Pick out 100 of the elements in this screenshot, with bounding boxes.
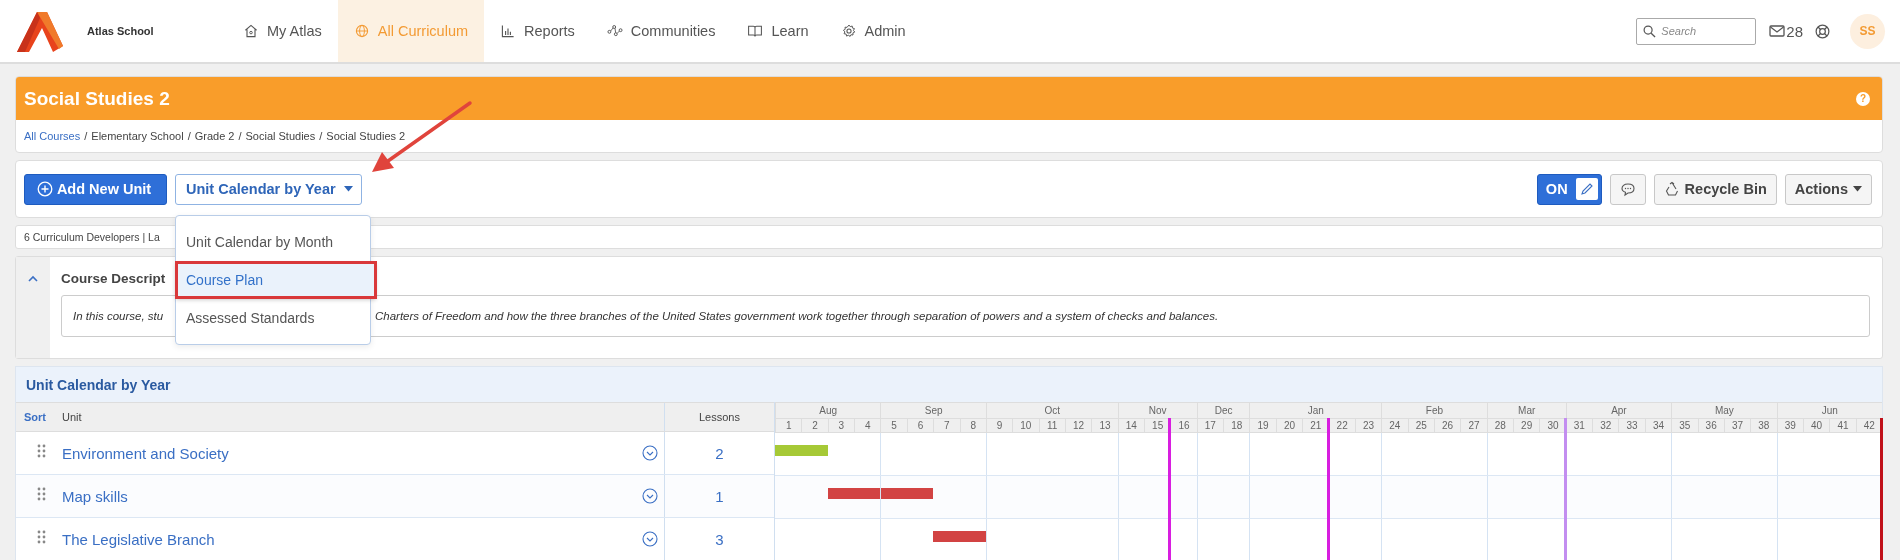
comment-button[interactable] <box>1609 173 1646 205</box>
week-number: 8 <box>970 420 976 431</box>
chevron-down-icon[interactable] <box>642 488 658 504</box>
week-number: 9 <box>996 420 1003 431</box>
unit-link[interactable]: The Legislative Branch <box>62 530 642 548</box>
menu-item[interactable]: Unit Calendar by Month <box>176 223 370 260</box>
network-icon <box>606 23 623 39</box>
breadcrumb-item: Social Studies 2 <box>326 130 406 142</box>
week-number: 7 <box>944 420 950 431</box>
view-dropdown[interactable]: Unit Calendar by Year <box>175 173 362 205</box>
week-number: 6 <box>917 420 924 431</box>
add-unit-button[interactable]: Add New Unit <box>24 173 167 205</box>
month-label: Aug <box>819 405 838 416</box>
week-number: 23 <box>1362 420 1375 431</box>
breadcrumb-separator: / <box>238 130 242 142</box>
actions-button[interactable]: Actions <box>1784 173 1872 205</box>
week-number: 2 <box>812 420 818 431</box>
week-number: 25 <box>1415 420 1427 431</box>
globe-icon <box>353 23 370 39</box>
week-number: 33 <box>1626 420 1638 431</box>
menu-item[interactable]: Assessed Standards <box>176 299 370 336</box>
breadcrumb-link[interactable]: All Courses <box>24 130 81 142</box>
unit-bar-segment[interactable] <box>906 488 934 499</box>
breadcrumb-item: Elementary School <box>91 130 184 142</box>
edit-toggle[interactable]: ON <box>1536 173 1602 205</box>
nav-item[interactable]: Reports <box>484 0 591 62</box>
month-label: Apr <box>1611 405 1627 416</box>
week-number: 4 <box>864 420 871 431</box>
home-icon <box>243 23 259 39</box>
search-field[interactable]: Search <box>1636 17 1757 45</box>
help-icon[interactable] <box>1815 23 1830 39</box>
week-number: 15 <box>1152 420 1164 431</box>
column-header: Unit <box>62 411 82 423</box>
calendar-title: Unit Calendar by Year <box>26 376 171 393</box>
week-number: 5 <box>891 420 897 431</box>
breadcrumb-separator: / <box>187 130 191 142</box>
month-label: Dec <box>1214 405 1233 416</box>
nav-item[interactable]: Admin <box>824 0 922 62</box>
week-number: 35 <box>1679 420 1691 431</box>
caret-icon <box>343 186 353 192</box>
week-number: 11 <box>1047 420 1058 431</box>
info-text: 6 Curriculum Developers | La <box>24 231 160 243</box>
menu-item[interactable]: Course Plan <box>176 261 376 298</box>
mail-icon[interactable] <box>1769 24 1786 38</box>
month-label: May <box>1714 405 1734 416</box>
chevron-down-icon[interactable] <box>642 445 658 461</box>
lesson-count[interactable]: 1 <box>715 487 724 505</box>
drag-handle-icon[interactable] <box>37 487 47 501</box>
week-number: 32 <box>1600 420 1612 431</box>
week-number: 40 <box>1811 420 1823 431</box>
chevron-down-icon[interactable] <box>642 531 658 547</box>
unit-bar-segment[interactable] <box>827 488 855 499</box>
month-label: Sep <box>924 405 943 416</box>
week-number: 1 <box>785 420 792 431</box>
breadcrumb-item: Social Studies <box>245 130 316 142</box>
unit-bar-segment[interactable] <box>854 488 881 499</box>
breadcrumb-separator: / <box>319 130 323 142</box>
sort-link[interactable]: Sort <box>24 411 46 423</box>
column-header: Lessons <box>699 411 740 423</box>
breadcrumb-separator: / <box>84 130 88 142</box>
unit-link[interactable]: Environment and Society <box>62 444 642 462</box>
week-number: 42 <box>1863 420 1875 431</box>
week-number: 34 <box>1652 420 1664 431</box>
week-number: 36 <box>1705 420 1717 431</box>
week-number: 10 <box>1020 420 1032 431</box>
week-number: 37 <box>1731 420 1744 431</box>
nav-item[interactable]: Communities <box>590 0 732 62</box>
drag-handle-icon[interactable] <box>37 444 47 458</box>
nav-item[interactable]: Learn <box>731 0 825 62</box>
caret-icon <box>1853 186 1862 192</box>
week-number: 31 <box>1573 420 1585 431</box>
message-count: 28 <box>1786 22 1803 40</box>
week-number: 14 <box>1125 420 1137 431</box>
week-number: 29 <box>1521 420 1533 431</box>
lesson-count[interactable]: 2 <box>715 444 724 462</box>
collapse-icon[interactable] <box>28 275 38 282</box>
month-label: Feb <box>1425 405 1444 416</box>
lesson-count[interactable]: 3 <box>715 530 724 548</box>
month-label: Nov <box>1148 405 1167 416</box>
unit-link[interactable]: Map skills <box>62 487 642 505</box>
week-number: 20 <box>1283 420 1295 431</box>
book-icon <box>747 23 764 39</box>
week-number: 16 <box>1178 420 1190 431</box>
week-number: 21 <box>1310 420 1322 431</box>
week-number: 26 <box>1442 420 1454 431</box>
week-number: 3 <box>838 420 845 431</box>
month-label: Jun <box>1821 405 1838 416</box>
month-label: Oct <box>1044 405 1060 416</box>
week-number: 24 <box>1389 420 1401 431</box>
week-number: 22 <box>1336 420 1348 431</box>
section-title: Course Descript <box>61 271 166 286</box>
gear-icon <box>840 23 857 39</box>
bar-chart-icon <box>500 23 517 39</box>
week-number: 12 <box>1073 420 1085 431</box>
pencil-icon <box>1579 182 1594 196</box>
drag-handle-icon[interactable] <box>37 530 47 544</box>
week-number: 28 <box>1494 420 1506 431</box>
week-number: 38 <box>1758 420 1770 431</box>
nav-item[interactable]: My Atlas <box>227 0 338 62</box>
recycle-bin-button[interactable]: Recycle Bin <box>1653 173 1777 205</box>
